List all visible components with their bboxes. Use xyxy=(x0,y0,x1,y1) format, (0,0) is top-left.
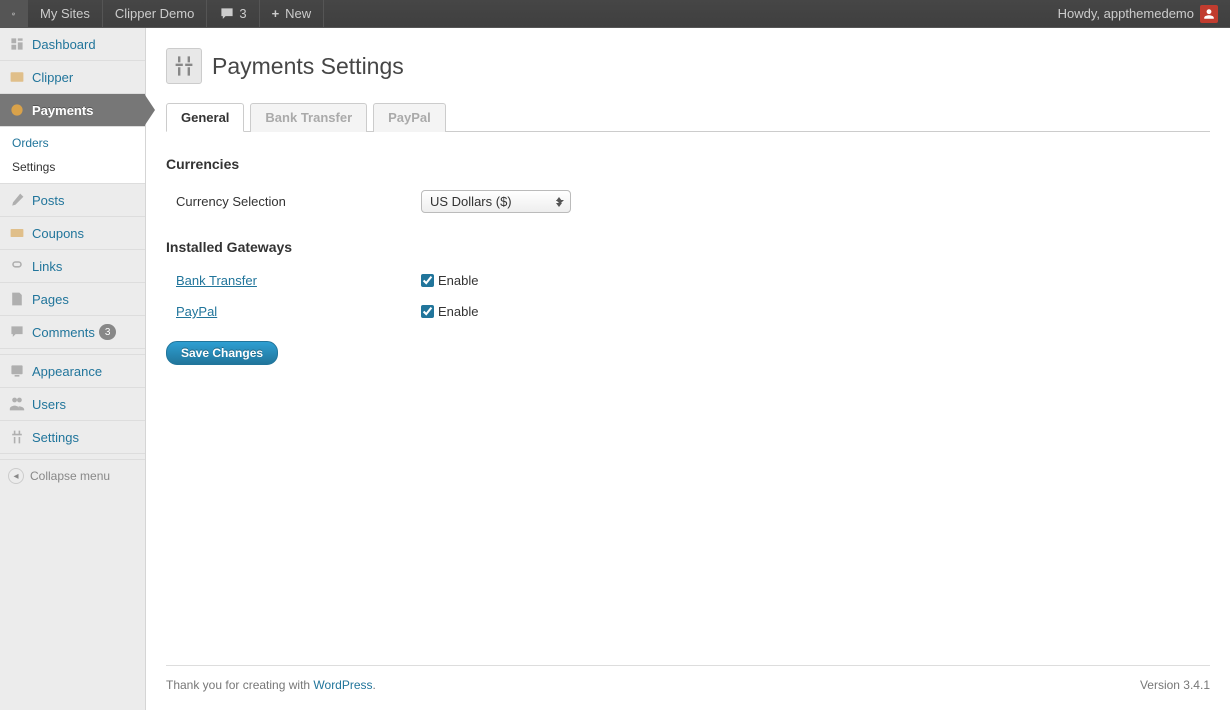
menu-posts[interactable]: Posts xyxy=(0,184,145,217)
menu-label: Comments xyxy=(32,325,95,340)
dashboard-icon xyxy=(8,35,26,53)
comments-count: 3 xyxy=(239,6,246,21)
payments-submenu: Orders Settings xyxy=(0,127,145,184)
payments-icon xyxy=(8,101,26,119)
menu-clipper[interactable]: Clipper xyxy=(0,61,145,94)
gateway-bank-transfer-link[interactable]: Bank Transfer xyxy=(176,273,257,288)
settings-tabs: General Bank Transfer PayPal xyxy=(166,102,1210,132)
appearance-icon xyxy=(8,362,26,380)
coupons-icon xyxy=(8,224,26,242)
menu-pages[interactable]: Pages xyxy=(0,283,145,316)
menu-label: Payments xyxy=(32,103,93,118)
wordpress-icon xyxy=(12,6,15,22)
users-icon xyxy=(8,395,26,413)
menu-appearance[interactable]: Appearance xyxy=(0,355,145,388)
user-icon xyxy=(1203,8,1215,20)
section-gateways: Installed Gateways xyxy=(166,239,1210,255)
page-icon xyxy=(166,48,202,84)
row-paypal: PayPal Enable xyxy=(166,296,1210,327)
comment-icon xyxy=(219,7,235,21)
sliders-icon xyxy=(172,54,196,78)
wp-logo-menu[interactable] xyxy=(0,0,28,28)
collapse-label: Collapse menu xyxy=(30,469,110,483)
clipper-icon xyxy=(8,68,26,86)
pages-icon xyxy=(8,290,26,308)
menu-users[interactable]: Users xyxy=(0,388,145,421)
save-changes-button[interactable]: Save Changes xyxy=(166,341,278,365)
select-arrows-icon xyxy=(552,193,566,210)
section-currencies: Currencies xyxy=(166,156,1210,172)
enable-label: Enable xyxy=(438,304,478,319)
links-icon xyxy=(8,257,26,275)
main-content: Payments Settings General Bank Transfer … xyxy=(146,28,1230,710)
page-title: Payments Settings xyxy=(212,53,404,80)
collapse-icon: ◂ xyxy=(8,468,24,484)
tab-bank-transfer[interactable]: Bank Transfer xyxy=(250,103,367,132)
currency-label: Currency Selection xyxy=(166,194,421,209)
row-currency: Currency Selection US Dollars ($) xyxy=(166,182,1210,221)
submenu-settings[interactable]: Settings xyxy=(0,155,145,179)
page-header: Payments Settings xyxy=(166,48,1210,84)
row-bank-transfer: Bank Transfer Enable xyxy=(166,265,1210,296)
plus-icon: + xyxy=(272,6,280,21)
menu-settings[interactable]: Settings xyxy=(0,421,145,454)
footer-thanks: Thank you for creating with WordPress. xyxy=(166,678,376,692)
menu-links[interactable]: Links xyxy=(0,250,145,283)
menu-label: Links xyxy=(32,259,62,274)
bank-transfer-checkbox[interactable] xyxy=(421,274,434,287)
paypal-checkbox[interactable] xyxy=(421,305,434,318)
menu-label: Settings xyxy=(32,430,79,445)
menu-dashboard[interactable]: Dashboard xyxy=(0,28,145,61)
menu-label: Dashboard xyxy=(32,37,96,52)
menu-label: Coupons xyxy=(32,226,84,241)
account-menu[interactable]: Howdy, appthemedemo xyxy=(1046,0,1230,28)
footer-version: Version 3.4.1 xyxy=(1140,678,1210,692)
footer: Thank you for creating with WordPress. V… xyxy=(166,665,1210,710)
menu-label: Appearance xyxy=(32,364,102,379)
paypal-enable[interactable]: Enable xyxy=(421,304,1210,319)
gateway-paypal-link[interactable]: PayPal xyxy=(176,304,217,319)
submenu-orders[interactable]: Orders xyxy=(0,131,145,155)
settings-icon xyxy=(8,428,26,446)
enable-label: Enable xyxy=(438,273,478,288)
howdy-text: Howdy, appthemedemo xyxy=(1058,6,1194,21)
posts-icon xyxy=(8,191,26,209)
new-content-menu[interactable]: + New xyxy=(260,0,325,28)
admin-bar: My Sites Clipper Demo 3 + New Howdy, app… xyxy=(0,0,1230,28)
menu-label: Users xyxy=(32,397,66,412)
comments-icon xyxy=(8,323,26,341)
currency-select[interactable]: US Dollars ($) xyxy=(421,190,571,213)
avatar xyxy=(1200,5,1218,23)
admin-sidebar: Dashboard Clipper Payments Orders Settin… xyxy=(0,28,146,710)
menu-coupons[interactable]: Coupons xyxy=(0,217,145,250)
tab-general[interactable]: General xyxy=(166,103,244,132)
site-name-menu[interactable]: Clipper Demo xyxy=(103,0,207,28)
currency-value: US Dollars ($) xyxy=(430,194,512,209)
tab-paypal[interactable]: PayPal xyxy=(373,103,446,132)
my-sites-menu[interactable]: My Sites xyxy=(28,0,103,28)
menu-label: Pages xyxy=(32,292,69,307)
wordpress-link[interactable]: WordPress xyxy=(313,678,372,692)
new-label: New xyxy=(285,6,311,21)
comments-menu[interactable]: 3 xyxy=(207,0,259,28)
bank-transfer-enable[interactable]: Enable xyxy=(421,273,1210,288)
menu-label: Clipper xyxy=(32,70,73,85)
menu-payments[interactable]: Payments xyxy=(0,94,145,127)
menu-label: Posts xyxy=(32,193,65,208)
collapse-menu[interactable]: ◂ Collapse menu xyxy=(0,460,145,492)
menu-comments[interactable]: Comments 3 xyxy=(0,316,145,349)
comments-badge: 3 xyxy=(99,324,117,340)
footer-thanks-text: Thank you for creating with xyxy=(166,678,313,692)
